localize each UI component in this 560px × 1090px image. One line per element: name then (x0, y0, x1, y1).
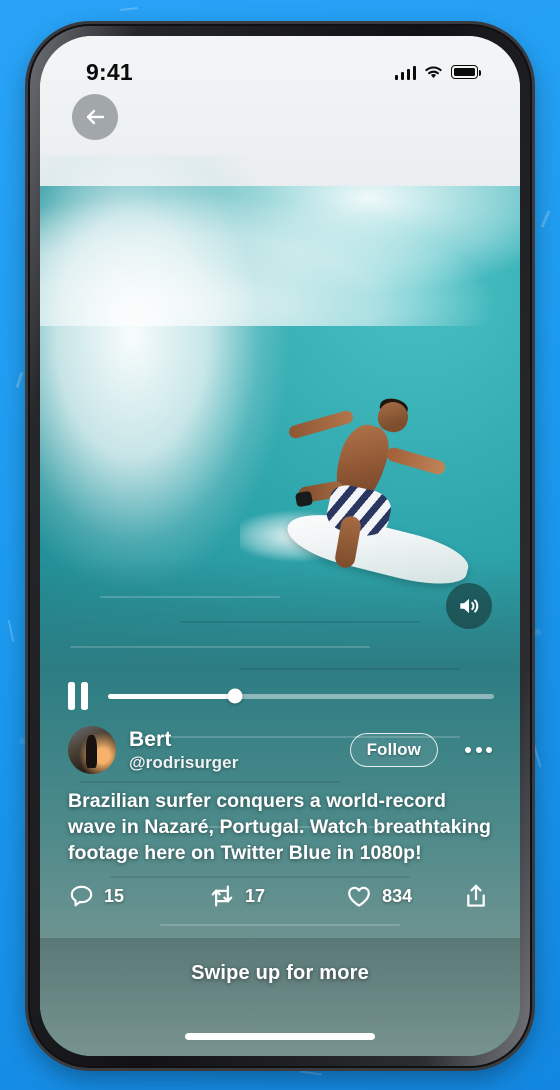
volume-toggle-button[interactable] (446, 583, 492, 629)
share-action[interactable] (462, 882, 490, 910)
share-upload-icon (467, 884, 485, 907)
back-button[interactable] (72, 94, 118, 140)
reply-count: 15 (104, 885, 125, 906)
follow-button[interactable]: Follow (349, 733, 438, 767)
battery-full-icon (451, 65, 482, 79)
retweet-icon (211, 885, 233, 907)
author-display-name: Bert (129, 727, 172, 751)
status-bar-time: 9:41 (86, 58, 133, 85)
speaker-on-icon (460, 598, 479, 614)
arrow-left-icon (86, 109, 105, 125)
post-caption: Brazilian surfer conquers a world-record… (68, 790, 491, 864)
phone-device-frame: 9:41 Bert @rodrisurger Follow Brazilian … (28, 24, 532, 1068)
like-count: 834 (382, 885, 413, 906)
status-bar: 9:41 (40, 36, 520, 94)
swipe-up-label: Swipe up for more (191, 962, 369, 984)
playback-controls (40, 676, 520, 716)
more-options-button[interactable] (465, 747, 492, 753)
engagement-actions: 15 17 834 (68, 882, 492, 910)
progress-played (108, 693, 236, 699)
comment-icon (70, 885, 93, 906)
surfer-figure (240, 396, 473, 596)
reply-action[interactable]: 15 (68, 883, 124, 910)
home-indicator[interactable] (185, 1033, 375, 1040)
heart-icon (348, 886, 370, 907)
author-handle: @rodrisurger (129, 752, 239, 772)
retweet-count: 17 (245, 885, 266, 906)
next-video-preview[interactable]: Swipe up for more (40, 938, 520, 1056)
progress-thumb[interactable] (227, 688, 243, 704)
post-overlay: Bert @rodrisurger Follow Brazilian surfe… (40, 726, 520, 910)
signal-bars-icon (394, 65, 416, 80)
avatar[interactable] (68, 726, 116, 774)
like-action[interactable]: 834 (345, 882, 412, 910)
wifi-icon (425, 65, 442, 78)
retweet-action[interactable]: 17 (208, 882, 265, 910)
progress-scrubber[interactable] (108, 688, 494, 704)
phone-screen: 9:41 Bert @rodrisurger Follow Brazilian … (40, 36, 520, 1056)
author-row: Bert @rodrisurger Follow (68, 726, 492, 774)
pause-button[interactable] (68, 682, 88, 710)
